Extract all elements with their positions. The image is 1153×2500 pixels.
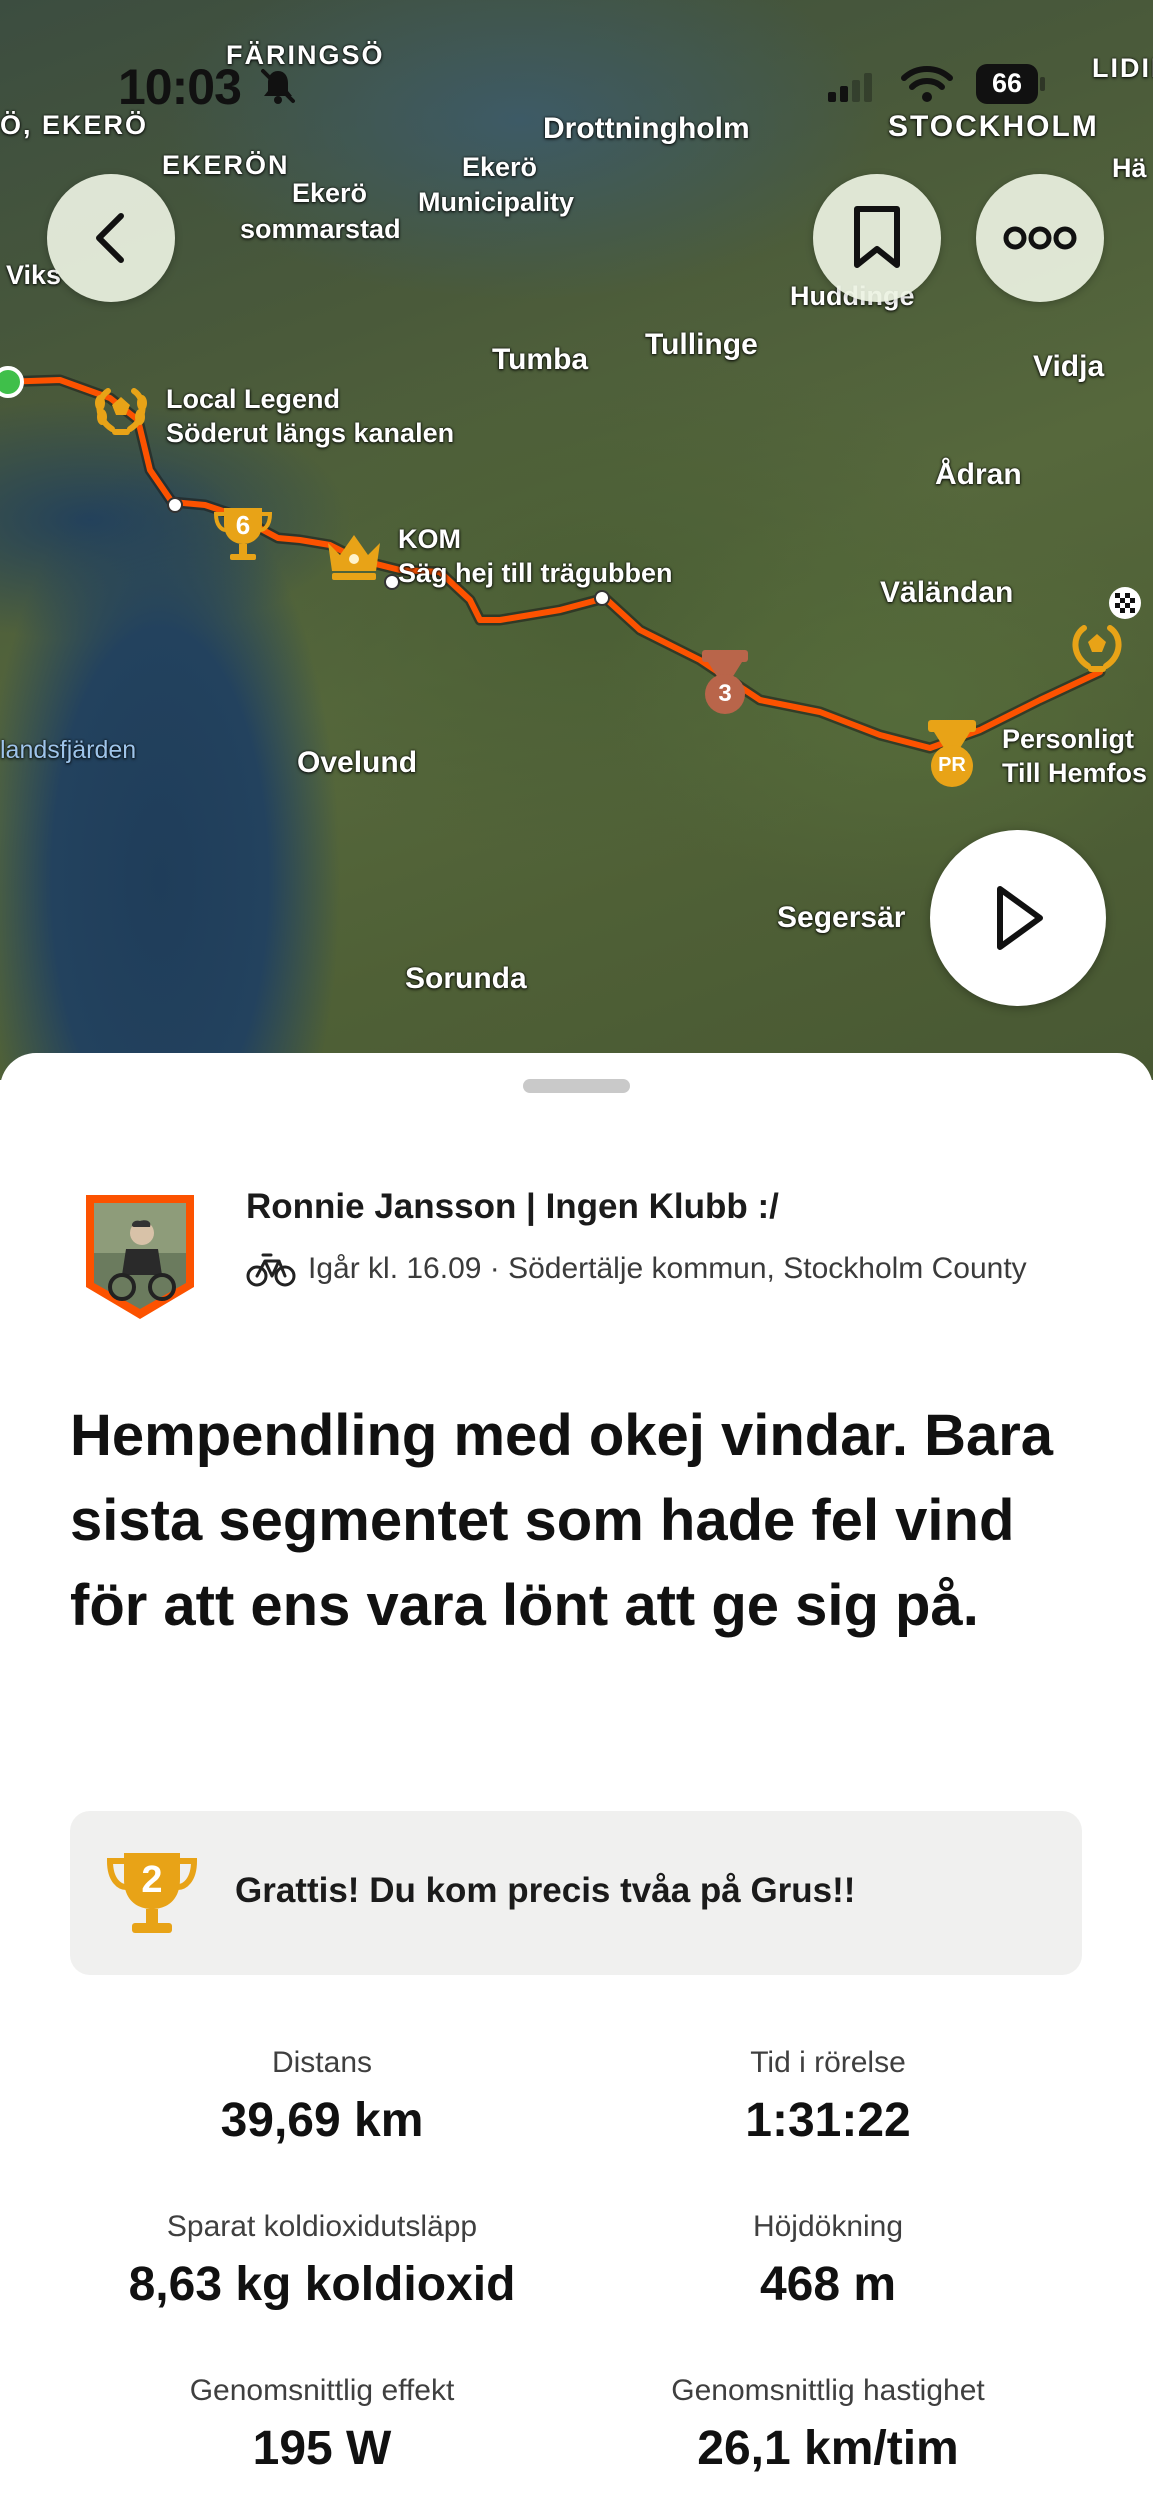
pr-title: Personligt	[1002, 724, 1135, 754]
bronze-medal-icon[interactable]: 3	[694, 648, 756, 718]
kom-segment: Säg hej till trägubben	[398, 558, 673, 588]
stat-value: 1:31:22	[745, 2094, 911, 2147]
map-label-vidja: Vidja	[1033, 350, 1105, 383]
status-time: 10:03	[118, 59, 242, 115]
achievement-rank: 2	[141, 1859, 163, 1901]
achievement-banner[interactable]: 2 Grattis! Du kom precis tvåa på Grus!!	[70, 1811, 1082, 1975]
kom-title: KOM	[398, 524, 461, 554]
back-button[interactable]	[47, 174, 175, 302]
more-icon	[1003, 226, 1077, 250]
trophy-rank-icon[interactable]: 6	[212, 502, 274, 564]
pr-segment: Till Hemfos	[1002, 758, 1148, 788]
map-label-municipality: Municipality	[418, 187, 575, 217]
activity-title: Hempendling med okej vindar. Bara sista …	[70, 1403, 1054, 1638]
activity-meta: Igår kl. 16.09 · Södertälje kommun, Stoc…	[246, 1249, 1027, 1289]
stat-label: Höjdökning	[752, 2210, 904, 2243]
activity-sheet: Ronnie Jansson | Ingen Klubb :/ Igår kl.…	[0, 1053, 1153, 2500]
map-label-ovelund: Ovelund	[297, 746, 418, 779]
map-label-ekero: Ekerö	[462, 152, 538, 182]
more-options-button[interactable]	[976, 174, 1104, 302]
cellular-signal-icon	[828, 73, 872, 102]
map-label-ekero-sommarstad-2: sommarstad	[240, 214, 401, 244]
stat-value: 8,63 kg koldioxid	[128, 2258, 516, 2311]
stat-label: Tid i rörelse	[750, 2046, 906, 2079]
map-label-valandan: Väländan	[880, 576, 1014, 609]
stat-label: Genomsnittlig hastighet	[671, 2374, 985, 2407]
map-label-adran: Ådran	[935, 458, 1022, 491]
bronze-medal-number: 3	[718, 680, 732, 707]
stat-value: 195 W	[252, 2422, 392, 2475]
activity-meta-text: Igår kl. 16.09 · Södertälje kommun, Stoc…	[308, 1252, 1027, 1285]
athlete-name[interactable]: Ronnie Jansson | Ingen Klubb :/	[246, 1187, 779, 1227]
stat-elevation-gain: Höjdökning 468 m	[568, 2207, 1088, 2317]
stat-value: 26,1 km/tim	[697, 2422, 959, 2475]
sheet-grabber[interactable]	[523, 1079, 630, 1093]
stat-moving-time: Tid i rörelse 1:31:22	[568, 2043, 1088, 2153]
local-legend-icon[interactable]	[90, 383, 152, 439]
stat-distance: Distans 39,69 km	[62, 2043, 582, 2153]
local-legend-segment: Söderut längs kanalen	[166, 418, 455, 448]
map-label-tumba: Tumba	[492, 343, 589, 376]
stat-value: 468 m	[759, 2258, 897, 2311]
map-label-ekeron: EKERÖN	[162, 150, 290, 180]
map-label-sorunda: Sorunda	[405, 962, 527, 995]
stat-avg-power: Genomsnittlig effekt 195 W	[62, 2371, 582, 2481]
wifi-icon	[901, 66, 953, 102]
trophy-rank-number: 6	[235, 510, 251, 540]
avatar[interactable]	[82, 1191, 198, 1321]
stat-label: Genomsnittlig effekt	[189, 2374, 455, 2407]
local-legend-title: Local Legend	[166, 384, 341, 414]
map-label-tullinge: Tullinge	[645, 328, 758, 361]
battery-icon: 66	[976, 64, 1048, 104]
trophy-icon: 2	[104, 1845, 200, 1941]
map-label-ekero-sommarstad-1: Ekerö	[292, 178, 368, 208]
battery-level: 66	[991, 68, 1023, 98]
status-bar: 10:03 66	[0, 0, 1153, 130]
pr-medal-text: PR	[938, 754, 966, 776]
finish-flag-icon	[1109, 587, 1141, 619]
route-map[interactable]: FÄRINGSÖ Ö, EKERÖ LIDING Drottningholm S…	[0, 0, 1153, 1080]
stat-value: 39,69 km	[220, 2094, 424, 2147]
play-flyover-button[interactable]	[930, 830, 1106, 1006]
map-label-ha: Hä	[1112, 153, 1147, 183]
pr-medal-icon[interactable]: PR	[920, 718, 984, 790]
bookmark-icon	[854, 206, 900, 268]
bike-icon	[246, 1253, 296, 1287]
stat-label: Sparat koldioxidutsläpp	[166, 2210, 478, 2243]
kom-crown-icon[interactable]	[322, 525, 386, 585]
stat-co2-saved: Sparat koldioxidutsläpp 8,63 kg koldioxi…	[62, 2207, 582, 2317]
stat-label: Distans	[271, 2046, 373, 2079]
stat-avg-speed: Genomsnittlig hastighet 26,1 km/tim	[568, 2371, 1088, 2481]
chevron-left-icon	[96, 213, 124, 263]
local-legend-end-icon[interactable]	[1066, 620, 1128, 676]
map-label-landsfjarden: landsfjärden	[0, 736, 137, 764]
map-label-segersar: Segersär	[777, 901, 906, 934]
silent-bell-icon	[261, 69, 295, 104]
play-icon	[997, 886, 1043, 950]
bookmark-button[interactable]	[813, 174, 941, 302]
achievement-text: Grattis! Du kom precis tvåa på Grus!!	[235, 1871, 856, 1910]
